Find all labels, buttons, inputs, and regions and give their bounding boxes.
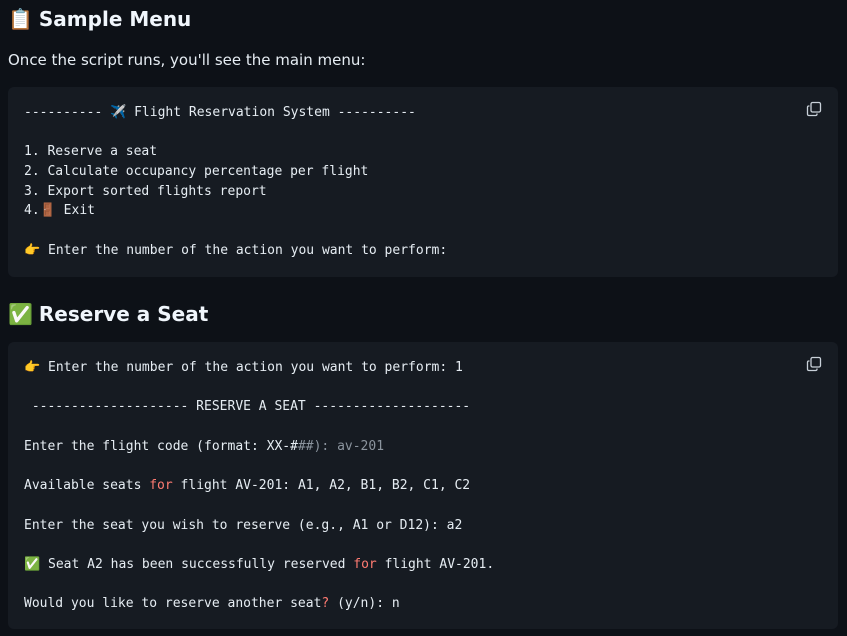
available-seats-line: Available seats for flight AV-201: A1, A… <box>24 476 822 496</box>
check-mark-icon: ✅ <box>24 556 41 572</box>
code-text: Enter the number of the action you want … <box>40 242 448 258</box>
code-keyword: for <box>353 556 377 572</box>
menu-prompt: 👉 Enter the number of the action you wan… <box>24 241 822 261</box>
intro-text: Once the script runs, you'll see the mai… <box>8 51 366 69</box>
code-block-reserve: 👉 Enter the number of the action you wan… <box>8 342 838 629</box>
code-text: 4. <box>24 203 40 219</box>
success-line: ✅ Seat A2 has been successfully reserved… <box>24 555 822 575</box>
clipboard-icon: 📋 <box>8 7 33 31</box>
section-heading-sample-menu: 📋 Sample Menu <box>8 7 191 31</box>
code-text: Would you like to reserve another seat <box>24 596 322 612</box>
menu-item-3: 3. Export sorted flights report <box>24 183 267 199</box>
code-text: flight AV-201. <box>376 556 495 572</box>
menu-item-2: 2. Calculate occupancy percentage per fl… <box>24 164 369 180</box>
code-text: flight AV-201: A1, A2, B1, B2, C1, C2 <box>172 478 471 494</box>
code-block-menu: ---------- ✈️ Flight Reservation System … <box>8 87 838 277</box>
menu-item-4: 4.🚪 Exit <box>24 201 822 221</box>
section-title: Reserve a Seat <box>38 302 209 326</box>
code-text: Available seats <box>24 478 150 494</box>
flight-code-prompt: Enter the flight code (format: XX-###): … <box>24 437 822 457</box>
seat-prompt-line: Enter the seat you wish to reserve (e.g.… <box>24 517 463 533</box>
pointing-hand-icon: 👉 <box>24 360 41 375</box>
copy-icon[interactable] <box>806 101 822 117</box>
pointing-hand-icon: 👉 <box>24 242 41 258</box>
code-comment: ##): av-201 <box>297 438 385 454</box>
code-text: Flight Reservation System ---------- <box>126 105 416 120</box>
code-line: ---------- ✈️ Flight Reservation System … <box>24 103 822 123</box>
code-text: Exit <box>55 203 95 219</box>
code-text: ---------- <box>24 105 111 120</box>
copy-icon[interactable] <box>806 356 822 372</box>
code-keyword: for <box>149 478 173 494</box>
code-text: Enter the flight code (format: XX-# <box>24 438 298 454</box>
reserve-again-line: Would you like to reserve another seat? … <box>24 594 822 614</box>
airplane-icon: ✈️ <box>110 105 127 120</box>
reserve-banner: -------------------- RESERVE A SEAT ----… <box>24 399 471 415</box>
page: 📋 Sample Menu Once the script runs, you'l… <box>0 0 847 636</box>
door-icon: 🚪 <box>39 203 56 219</box>
check-mark-icon: ✅ <box>8 302 33 326</box>
code-text: Seat A2 has been successfully reserved <box>40 556 354 572</box>
code-line: 👉 Enter the number of the action you wan… <box>24 358 822 378</box>
code-text: Enter the number of the action you want … <box>40 360 463 375</box>
code-text: (y/n): n <box>329 596 400 612</box>
section-heading-reserve-seat: ✅ Reserve a Seat <box>8 302 208 326</box>
menu-item-1: 1. Reserve a seat <box>24 144 158 160</box>
section-title: Sample Menu <box>38 7 192 31</box>
